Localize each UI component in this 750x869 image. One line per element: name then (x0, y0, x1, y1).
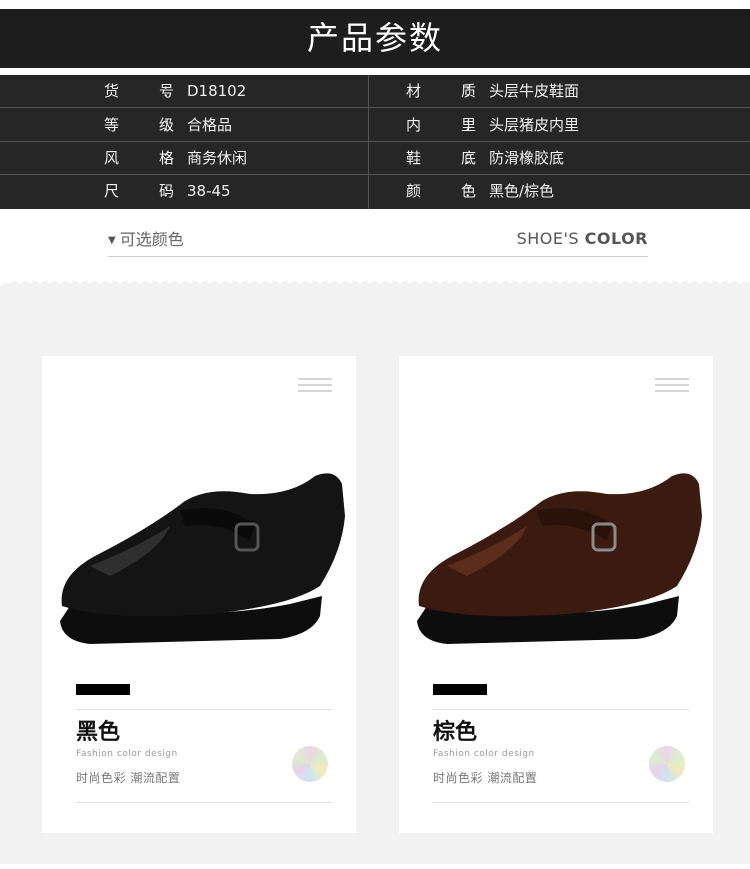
param-colon: ： (464, 149, 480, 167)
param-row: 等级 ： 合格品 内里 ： 头层猪皮内里 (0, 109, 750, 142)
shoe-upper (61, 473, 346, 617)
param-value: 头层猪皮内里 (489, 116, 580, 134)
param-colon: ： (464, 182, 480, 200)
shoe-image-black (60, 473, 346, 644)
param-row: 货号 ： D18102 材质 ： 头层牛皮鞋面 (0, 75, 750, 108)
color-cn: 时尚色彩 潮流配置 (76, 771, 181, 785)
param-value: 防滑橡胶底 (489, 149, 565, 167)
param-colon: ： (464, 116, 480, 134)
color-cn: 时尚色彩 潮流配置 (433, 771, 538, 785)
param-value: D18102 (187, 82, 247, 100)
param-value: 商务休闲 (187, 149, 248, 167)
param-colon: ： (464, 82, 480, 100)
color-en: Fashion color design (433, 749, 535, 759)
param-value: 38-45 (187, 182, 231, 200)
color-name: 黑色 (76, 720, 121, 745)
divider (433, 709, 689, 710)
color-section-label: ▼ 可选颜色 (108, 226, 184, 250)
page-title: 产品参数 (0, 9, 750, 68)
color-bar (433, 684, 487, 695)
params-table: 货号 ： D18102 材质 ： 头层牛皮鞋面 等级 ： 合格品 内里 ： 头层… (0, 75, 750, 209)
hologram-icon (649, 746, 685, 782)
color-section-en: SHOE'S COLOR (517, 229, 648, 248)
shoe-image-brown (417, 473, 702, 644)
param-value: 合格品 (187, 116, 233, 134)
color-name: 棕色 (433, 720, 478, 745)
color-section-prefix: SHOE'S (516, 229, 580, 248)
color-bar (76, 684, 130, 695)
color-section-title: 可选颜色 (119, 230, 184, 249)
divider (76, 802, 332, 803)
hologram-icon (292, 746, 328, 782)
color-section-header: ▼ 可选颜色 SHOE'S COLOR (108, 222, 648, 257)
color-section-bold: COLOR (584, 229, 648, 248)
param-colon: ： (162, 182, 178, 200)
param-row: 尺码 ： 38-45 颜色 ： 黑色/棕色 (0, 175, 750, 208)
color-card-brown: 棕色 Fashion color design 时尚色彩 潮流配置 (399, 356, 713, 833)
menu-lines-icon (655, 378, 689, 396)
shoe-upper (418, 473, 702, 617)
color-card-black: 黑色 Fashion color design 时尚色彩 潮流配置 (42, 356, 356, 833)
color-en: Fashion color design (76, 749, 178, 759)
param-colon: ： (162, 82, 178, 100)
triangle-down-icon: ▼ (108, 235, 116, 246)
param-value: 头层牛皮鞋面 (489, 82, 580, 100)
param-colon: ： (162, 116, 178, 134)
param-value: 黑色/棕色 (489, 182, 555, 200)
param-row: 风格 ： 商务休闲 鞋底 ： 防滑橡胶底 (0, 142, 750, 175)
divider (433, 802, 689, 803)
param-colon: ： (162, 149, 178, 167)
divider (76, 709, 332, 710)
menu-lines-icon (298, 378, 332, 396)
